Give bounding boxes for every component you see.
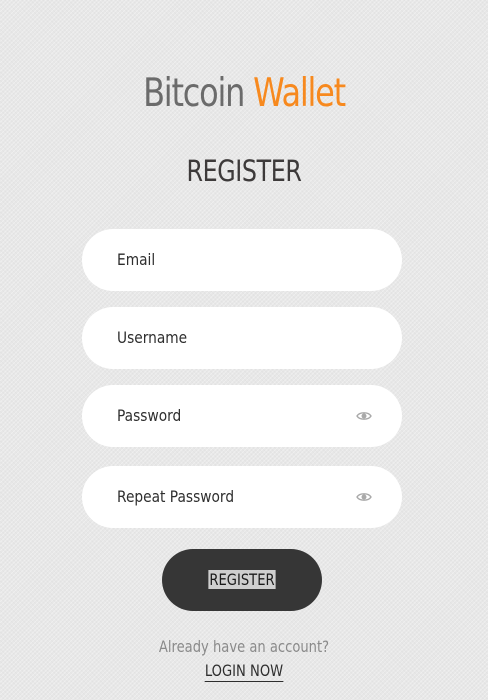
username-field-label: Username [117,328,188,347]
password-field-label: Password [117,406,182,425]
page-title: REGISTER [186,154,302,188]
email-field-label: Email [117,250,156,269]
app-title-part1: Bitcoin [143,71,245,116]
register-button-label: REGISTER [208,570,276,589]
password-field[interactable]: Password [82,385,402,447]
repeat-password-field[interactable]: Repeat Password [82,466,402,528]
login-prompt: Already have an account? [158,637,330,656]
login-now-link[interactable]: LOGIN NOW [204,661,284,682]
eye-icon[interactable] [356,408,372,424]
app-title: Bitcoin Wallet [44,70,444,118]
register-button[interactable]: REGISTER [162,549,322,611]
username-field[interactable]: Username [82,307,402,369]
app-title-part2: Wallet [253,71,346,116]
email-field[interactable]: Email [82,229,402,291]
eye-icon[interactable] [356,489,372,505]
repeat-password-field-label: Repeat Password [117,487,235,506]
